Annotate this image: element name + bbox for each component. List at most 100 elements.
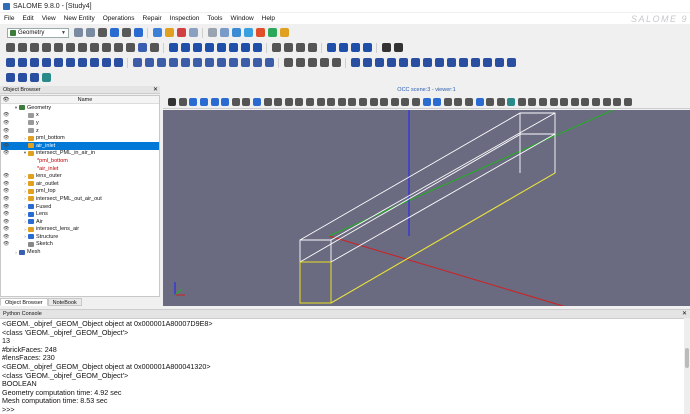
viewer-tool-icon[interactable] (295, 98, 304, 106)
viewer-tool-icon[interactable] (168, 98, 177, 106)
main-tool-icon[interactable] (73, 28, 83, 37)
eye-icon[interactable]: 👁 (3, 204, 9, 210)
geometry-tool-icon[interactable] (283, 43, 293, 52)
operation-tool-icon[interactable] (132, 58, 142, 67)
operation-tool-icon[interactable] (156, 58, 166, 67)
tree-item[interactable]: › Mesh (1, 248, 159, 256)
operation-tool-icon[interactable] (252, 58, 262, 67)
eye-icon[interactable]: 👁 (3, 150, 9, 156)
eye-icon[interactable]: 👁 (3, 226, 9, 232)
geometry-tool-icon[interactable] (240, 43, 250, 52)
tree-item[interactable]: 👁 › intersect_lens_air (1, 226, 159, 234)
operation-tool-icon[interactable] (434, 58, 444, 67)
main-tool-icon[interactable] (133, 28, 143, 37)
geometry-tool-icon[interactable] (41, 43, 51, 52)
viewer-tool-icon[interactable] (592, 98, 601, 106)
geometry-tool-icon[interactable] (393, 43, 403, 52)
console-scrollbar[interactable] (684, 318, 690, 414)
geometry-tool-icon[interactable] (180, 43, 190, 52)
operation-tool-icon[interactable] (319, 58, 329, 67)
main-tool-icon[interactable] (267, 28, 277, 37)
main-tool-icon[interactable] (255, 28, 265, 37)
viewer-tool-icon[interactable] (390, 98, 399, 106)
viewer-tool-icon[interactable] (496, 98, 505, 106)
tree-item[interactable]: 👁 z (1, 127, 159, 135)
main-tool-icon[interactable] (109, 28, 119, 37)
operation-tool-icon[interactable] (422, 58, 432, 67)
tree-item[interactable]: 👁 › lens_outer (1, 172, 159, 180)
operation-tool-icon[interactable] (458, 58, 468, 67)
geometry-tool-icon[interactable] (113, 43, 123, 52)
operation-tool-icon[interactable] (168, 58, 178, 67)
tree-item[interactable]: 👁 › Lens (1, 210, 159, 218)
geometry-tool-icon[interactable] (125, 43, 135, 52)
tree-item[interactable]: 👁 › air_inlet (1, 141, 159, 150)
tab-object-browser[interactable]: Object Browser (0, 298, 48, 306)
menu-view[interactable]: View (42, 15, 56, 22)
geometry-tool-icon[interactable] (350, 43, 360, 52)
viewer-tool-icon[interactable] (613, 98, 622, 106)
geometry-tool-icon[interactable] (5, 43, 15, 52)
menu-file[interactable]: File (4, 15, 14, 22)
operation-tool-icon[interactable] (307, 58, 317, 67)
operation-tool-icon[interactable] (29, 58, 39, 67)
geometry-tool-icon[interactable] (381, 43, 391, 52)
menu-tools[interactable]: Tools (207, 15, 222, 22)
geometry-tool-icon[interactable] (204, 43, 214, 52)
geometry-tool-icon[interactable] (137, 43, 147, 52)
tree-item[interactable]: * air_inlet (1, 165, 159, 173)
menu-edit[interactable]: Edit (22, 15, 33, 22)
viewer-tool-icon[interactable] (528, 98, 537, 106)
operation-tool-icon[interactable] (89, 58, 99, 67)
geometry-tool-icon[interactable] (65, 43, 75, 52)
geometry-tool-icon[interactable] (101, 43, 111, 52)
eye-icon[interactable]: 👁 (3, 128, 9, 134)
viewer-tool-icon[interactable] (242, 98, 251, 106)
viewer-tool-icon[interactable] (486, 98, 495, 106)
viewer-tool-icon[interactable] (411, 98, 420, 106)
operation-tool-icon[interactable] (331, 58, 341, 67)
main-tool-icon[interactable] (243, 28, 253, 37)
operation-tool-icon[interactable] (470, 58, 480, 67)
operation-tool-icon[interactable] (53, 58, 63, 67)
main-tool-icon[interactable] (121, 28, 131, 37)
eye-icon[interactable]: 👁 (3, 219, 9, 225)
operation-tool-icon[interactable] (192, 58, 202, 67)
operation-tool-icon[interactable] (204, 58, 214, 67)
tree-item[interactable]: 👁 › Fused (1, 203, 159, 211)
operation-tool-icon[interactable] (41, 58, 51, 67)
eye-icon[interactable]: 👁 (3, 234, 9, 240)
viewer-tool-icon[interactable] (221, 98, 230, 106)
viewer-tool-icon[interactable] (178, 98, 187, 106)
eye-icon[interactable]: 👁 (3, 241, 9, 247)
eye-icon[interactable]: 👁 (3, 196, 9, 202)
operation-tool-icon[interactable] (228, 58, 238, 67)
main-tool-icon[interactable] (176, 28, 186, 37)
operation-tool-icon[interactable] (386, 58, 396, 67)
viewer-tool-icon[interactable] (623, 98, 632, 106)
operation-tool-icon[interactable] (506, 58, 516, 67)
eye-icon[interactable]: 👁 (3, 112, 9, 118)
geometry-tool-icon[interactable] (216, 43, 226, 52)
geometry-tool-icon[interactable] (149, 43, 159, 52)
tree-item[interactable]: 👁 › intersect_PML_out_air_out (1, 195, 159, 203)
extra-tool-icon[interactable] (5, 73, 15, 82)
tree-item[interactable]: 👁 x (1, 112, 159, 120)
scrollbar-thumb[interactable] (685, 348, 689, 368)
viewer-tool-icon[interactable] (401, 98, 410, 106)
geometry-tool-icon[interactable] (252, 43, 262, 52)
operation-tool-icon[interactable] (398, 58, 408, 67)
tab-notebook[interactable]: NoteBook (47, 298, 82, 306)
operation-tool-icon[interactable] (240, 58, 250, 67)
viewer-tool-icon[interactable] (464, 98, 473, 106)
geometry-tool-icon[interactable] (168, 43, 178, 52)
operation-tool-icon[interactable] (101, 58, 111, 67)
operation-tool-icon[interactable] (350, 58, 360, 67)
eye-icon[interactable]: 👁 (3, 211, 9, 217)
operation-tool-icon[interactable] (216, 58, 226, 67)
close-icon[interactable]: ✕ (153, 86, 158, 94)
eye-icon[interactable]: 👁 (3, 135, 9, 141)
viewer-tool-icon[interactable] (358, 98, 367, 106)
operation-tool-icon[interactable] (374, 58, 384, 67)
python-console[interactable]: <GEOM._objref_GEOM_Object object at 0x00… (0, 318, 690, 414)
